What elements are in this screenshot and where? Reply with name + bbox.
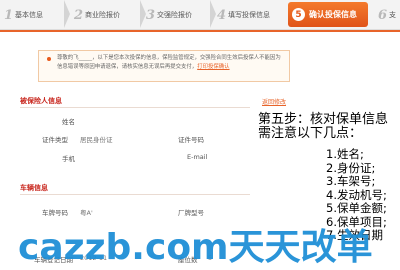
step-2-label: 商业险报价 <box>85 11 121 19</box>
section-divider <box>20 107 250 108</box>
step-progress-bar: 1 基本信息 2 商业险报价 3 交强险报价 4 填写投保信息 5 确认投保信息… <box>0 0 400 30</box>
step-4[interactable]: 4 填写投保信息 <box>217 6 270 24</box>
instruction-line-1: 第五步：核对保单信息 <box>258 112 389 127</box>
insured-section-title: 被保险人信息 <box>20 97 62 105</box>
step-1-label: 基本信息 <box>15 11 44 19</box>
step-3-label: 交强险报价 <box>157 11 193 19</box>
header-divider <box>0 30 400 32</box>
name-label: 姓名 <box>62 118 75 126</box>
step-4-label: 填写投保信息 <box>228 11 271 19</box>
checklist-item: 5.保单金额; <box>326 201 387 215</box>
email-label: E-mail <box>187 153 208 161</box>
model-label: 厂牌型号 <box>178 209 204 217</box>
instruction-line-2: 需注意以下几点： <box>258 126 363 141</box>
step-5-label: 确认投保信息 <box>309 10 357 19</box>
print-confirm-link[interactable]: 打印投保确认 <box>197 64 229 70</box>
section-divider <box>20 194 250 195</box>
id-type-label: 证件类型 <box>42 136 68 144</box>
edit-link[interactable]: 返回修改 <box>262 97 286 106</box>
notice-box: 尊敬的飞_____，以下是您本次投保的信息，保险监管规定，交强险合同生效后投保人… <box>38 50 290 82</box>
watermark: cazzb.com天天改单 <box>18 227 373 268</box>
plate-label: 车牌号码 <box>42 209 68 217</box>
step-2[interactable]: 2 商业险报价 <box>74 6 120 24</box>
step-5-number: 5 <box>292 8 305 21</box>
step-3-number: 3 <box>146 7 156 23</box>
step-6-number: 6 <box>378 7 388 23</box>
step-1[interactable]: 1 基本信息 <box>4 6 43 24</box>
id-type-value: 居民身份证 <box>80 136 113 144</box>
instruction-heading: 第五步：核对保单信息 需注意以下几点： <box>258 113 388 141</box>
step-5-active[interactable]: 5 确认投保信息 <box>288 2 368 27</box>
step-6-label: 支 <box>389 11 397 19</box>
notice-text: 尊敬的飞_____，以下是您本次投保的信息，保险监管规定，交强险合同生效后投保人… <box>57 54 285 72</box>
step-separator-icon <box>64 0 70 28</box>
checklist-item: 1.姓名; <box>326 147 364 161</box>
step-6[interactable]: 6 支 <box>378 6 396 24</box>
id-number-label: 证件号码 <box>178 136 204 144</box>
phone-label: 手机 <box>62 155 75 163</box>
checklist-item: 2.身份证; <box>326 160 376 175</box>
bullet-icon <box>47 57 51 61</box>
step-3[interactable]: 3 交强险报价 <box>146 6 192 24</box>
step-separator-icon <box>210 0 216 28</box>
notice-body: 尊敬的飞_____，以下是您本次投保的信息，保险监管规定，交强险合同生效后投保人… <box>57 55 281 70</box>
plate-value: 粤A' <box>80 209 93 217</box>
checklist-item: 4.发动机号; <box>326 187 387 202</box>
step-1-number: 1 <box>4 7 14 23</box>
step-4-number: 4 <box>217 7 227 23</box>
vehicle-section-title: 车辆信息 <box>20 184 48 192</box>
checklist-item: 3.车架号; <box>326 174 376 188</box>
step-2-number: 2 <box>74 7 84 23</box>
